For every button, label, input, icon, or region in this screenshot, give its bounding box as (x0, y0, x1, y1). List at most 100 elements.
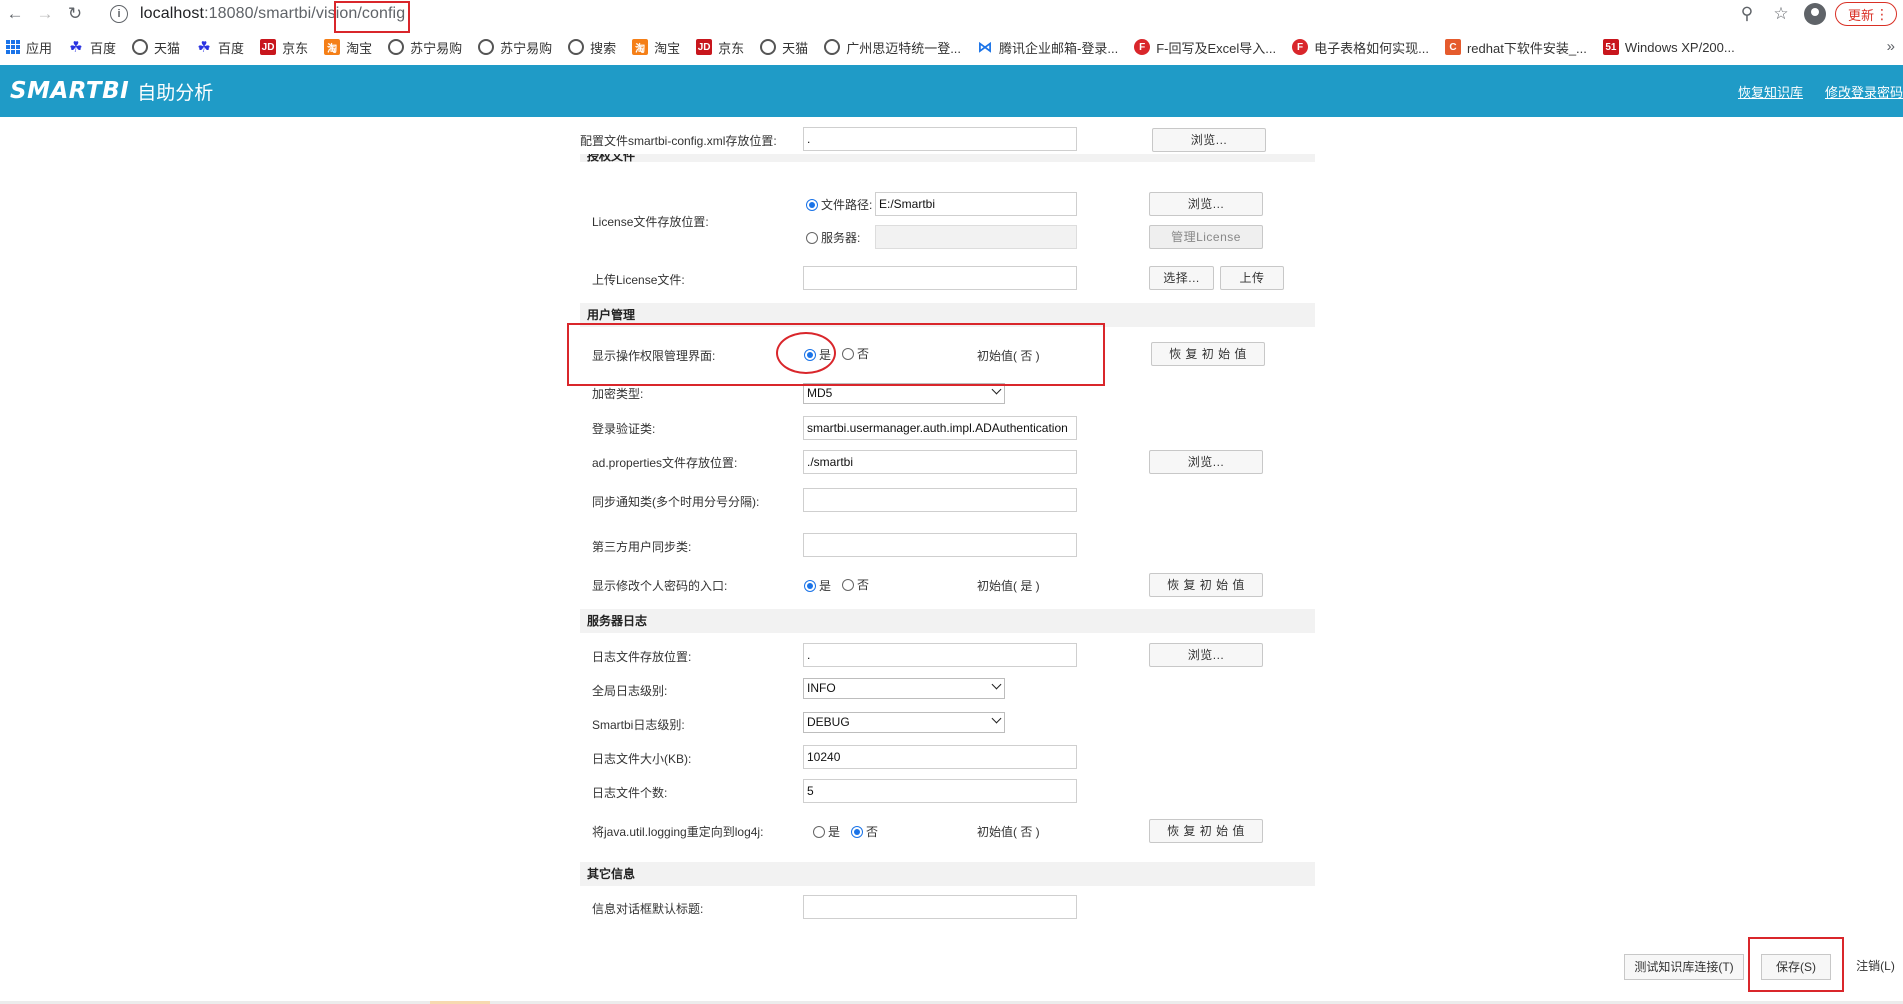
bookmark-item[interactable]: 淘淘宝 (324, 38, 372, 57)
update-button[interactable]: 更新 ⋮ (1834, 2, 1897, 26)
license-browse-button[interactable]: 浏览... (1149, 192, 1263, 216)
upload-license-input[interactable] (803, 266, 1077, 290)
third-party-sync-input[interactable] (803, 533, 1077, 557)
chevron-down-icon (991, 713, 1002, 724)
baidu-paw-icon: ☘ (197, 39, 211, 56)
config-browse-button[interactable]: 浏览... (1152, 128, 1266, 152)
bookmark-item[interactable]: 51 Windows XP/200... (1602, 39, 1735, 55)
bookmark-item[interactable]: 淘淘宝 (632, 38, 680, 57)
section-server-log-title: 服务器日志 (587, 614, 648, 628)
license-filepath-radio[interactable]: 文件路径: (806, 196, 872, 213)
bookmark-item[interactable]: 天猫 (132, 38, 180, 57)
show-pwd-entry-label: 显示修改个人密码的入口: (592, 579, 728, 593)
license-filepath-input[interactable]: E:/Smartbi (875, 192, 1077, 216)
global-log-level-value: INFO (807, 681, 836, 695)
bookmark-label: 广州思迈特统一登... (846, 40, 962, 56)
smartbi-log-level-select[interactable]: DEBUG (803, 712, 1005, 733)
sync-notify-label: 同步通知类(多个时用分号分隔): (592, 495, 760, 509)
dialog-title-input[interactable] (803, 895, 1077, 919)
log-path-browse-button[interactable]: 浏览... (1149, 643, 1263, 667)
section-user-title: 用户管理 (587, 308, 636, 322)
bookmark-item[interactable]: 搜索 (568, 38, 616, 57)
show-pwd-yes-radio[interactable]: 是 (804, 577, 831, 594)
encrypt-type-select[interactable]: MD5 (803, 383, 1005, 404)
radio-unselected (806, 231, 818, 244)
log-size-input[interactable]: 10240 (803, 745, 1077, 769)
third-party-sync-label: 第三方用户同步类: (592, 540, 692, 554)
manage-license-button[interactable]: 管理License (1149, 225, 1263, 249)
license-server-radio[interactable]: 服务器: (806, 229, 860, 246)
redirect-logging-label: 将java.util.logging重定向到log4j: (592, 825, 764, 839)
reload-icon[interactable]: ↻ (60, 0, 90, 28)
key-icon[interactable]: ⚲ (1733, 0, 1761, 28)
show-pwd-no-radio[interactable]: 否 (842, 576, 869, 593)
redirect-no-radio[interactable]: 否 (851, 823, 878, 840)
global-log-level-select[interactable]: INFO (803, 678, 1005, 699)
test-connection-button[interactable]: 测试知识库连接(T) (1624, 954, 1744, 980)
bookmark-item[interactable]: Credhat下软件安装_... (1444, 38, 1587, 57)
taobao-icon: 淘 (324, 39, 341, 55)
bookmark-item[interactable]: JD 京东 (696, 38, 744, 57)
bookmark-item[interactable]: ⋈ 腾讯企业邮箱-登录... (977, 38, 1119, 57)
bookmark-label: 天猫 (154, 40, 181, 56)
profile-icon[interactable] (1801, 0, 1829, 28)
globe-icon (388, 39, 405, 55)
bookmark-item[interactable]: 应用 (6, 38, 52, 57)
radio-selected (804, 579, 816, 592)
globe-icon (568, 39, 585, 55)
bookmark-item[interactable]: 苏宁易购 (478, 38, 552, 57)
upload-button[interactable]: 上传 (1220, 266, 1284, 290)
apps-grid-icon (6, 40, 20, 54)
star-icon[interactable]: ☆ (1767, 0, 1795, 28)
bookmark-item[interactable]: ☘ 百度 (196, 38, 244, 57)
log-path-input[interactable]: . (803, 643, 1077, 667)
choose-file-button[interactable]: 选择... (1149, 266, 1214, 290)
show-pwd-restore-button[interactable]: 恢 复 初 始 值 (1149, 573, 1263, 597)
save-button[interactable]: 保存(S) (1761, 954, 1831, 980)
chevron-down-icon (991, 384, 1002, 395)
radio-selected (806, 198, 818, 211)
show-pwd-initial: 初始值( 是 ) (977, 579, 1040, 593)
taobao-icon: 淘 (632, 39, 649, 55)
bookmark-label: redhat下软件安装_... (1466, 40, 1587, 56)
login-class-input[interactable]: smartbi.usermanager.auth.impl.ADAuthenti… (803, 416, 1077, 440)
back-icon[interactable]: ← (0, 0, 30, 28)
bookmark-item[interactable]: F F-回写及Excel导入... (1134, 38, 1276, 57)
bookmark-item[interactable]: ☘ 百度 (68, 38, 116, 57)
bookmark-label: 应用 (26, 40, 53, 56)
51-icon: 51 (1602, 39, 1619, 55)
bookmark-item[interactable]: F 电子表格如何实现... (1292, 38, 1429, 57)
ad-properties-browse-button[interactable]: 浏览... (1149, 450, 1263, 474)
bookmark-item[interactable]: 广州思迈特统一登... (824, 38, 961, 57)
baidu-paw-icon: ☘ (69, 39, 83, 56)
bookmark-label: 淘宝 (654, 40, 681, 56)
bookmark-item[interactable]: 苏宁易购 (388, 38, 462, 57)
sync-notify-input[interactable] (803, 488, 1077, 512)
encrypt-type-value: MD5 (807, 386, 833, 400)
bookmark-item[interactable]: 天猫 (760, 38, 808, 57)
log-path-label: 日志文件存放位置: (592, 650, 692, 664)
show-perm-restore-button[interactable]: 恢 复 初 始 值 (1151, 342, 1265, 366)
logout-button[interactable]: 注销(L) (1848, 954, 1903, 980)
bookmark-label: 搜索 (590, 40, 617, 56)
yes-radio-highlight-circle (776, 332, 836, 374)
app-header: SMARTBI 自助分析 恢复知识库 修改登录密码 (0, 65, 1903, 117)
site-info-icon[interactable]: i (110, 5, 128, 23)
radio-unselected (842, 578, 854, 591)
log-count-input[interactable]: 5 (803, 779, 1077, 803)
change-password-link[interactable]: 修改登录密码 (1825, 82, 1903, 101)
yes-label: 是 (828, 825, 841, 839)
smartbi-log-level-label: Smartbi日志级别: (592, 718, 685, 732)
redirect-restore-button[interactable]: 恢 复 初 始 值 (1149, 819, 1263, 843)
license-server-input[interactable] (875, 225, 1077, 249)
bookmark-label: 百度 (90, 40, 117, 56)
config-path-input[interactable]: . (803, 127, 1077, 151)
section-other-info: 其它信息 (580, 862, 1315, 886)
forward-icon[interactable]: → (30, 0, 60, 28)
ad-properties-input[interactable]: ./smartbi (803, 450, 1077, 474)
redirect-yes-radio[interactable]: 是 (813, 823, 840, 840)
bookmark-item[interactable]: JD 京东 (260, 38, 308, 57)
restore-repo-link[interactable]: 恢复知识库 (1738, 82, 1803, 101)
bookmarks-overflow-icon[interactable]: » (1887, 38, 1895, 55)
section-license: 授权文件 (580, 154, 1315, 162)
